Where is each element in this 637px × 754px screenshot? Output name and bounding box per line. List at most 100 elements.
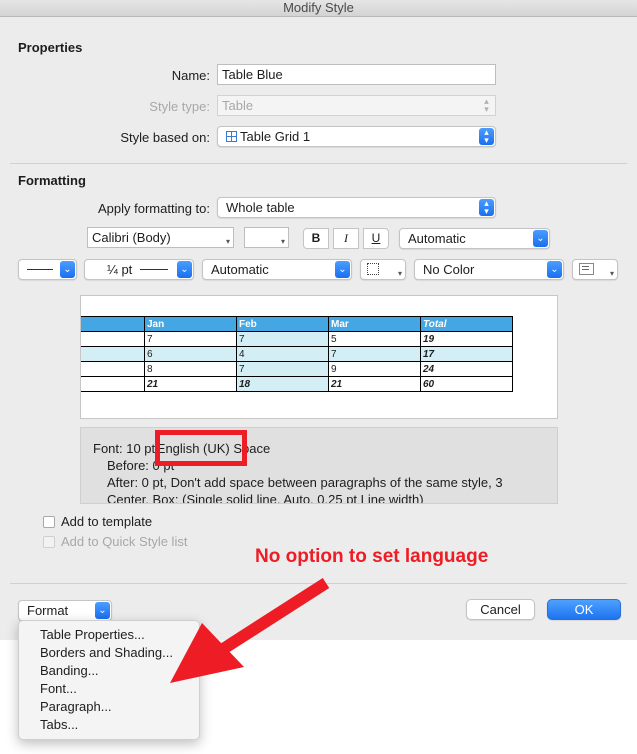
based-on-value: Table Grid 1 — [240, 129, 311, 144]
preview-cell: 8 — [144, 361, 237, 377]
updown-icon: ▴ ▾ — [479, 199, 494, 216]
style-type-label: Style type: — [149, 99, 210, 114]
add-to-template-checkbox[interactable] — [43, 516, 55, 528]
table-grid-icon — [226, 131, 237, 142]
preview-cell: 7 — [236, 361, 329, 377]
preview-row: 7 7 5 19 — [81, 331, 513, 347]
annotation-text: No option to set language — [255, 546, 489, 567]
format-button-label: Format — [27, 603, 69, 618]
preview-cell — [81, 316, 145, 332]
preview-cell: 18 — [236, 376, 329, 392]
preview-cell — [81, 361, 145, 377]
highlight-box — [155, 430, 247, 466]
based-on-label: Style based on: — [120, 130, 210, 145]
style-description: Font: 10 pt English (UK) Space Before: 0… — [80, 427, 558, 504]
apply-formatting-select[interactable]: Whole table ▴ ▾ — [217, 197, 496, 218]
chevron-down-icon: ▾ — [397, 269, 402, 278]
line-width-preview — [139, 269, 168, 270]
preview-table: Jan Feb Mar Total 7 7 5 19 6 4 7 17 8 7 … — [81, 316, 513, 392]
description-line: After: 0 pt, Don't add space between par… — [107, 475, 503, 490]
format-menu-button[interactable]: Format ⌄ — [18, 600, 112, 621]
chevron-down-icon: ⌄ — [95, 602, 110, 619]
style-type-select: Table ▴ ▾ — [217, 95, 496, 116]
add-to-template-label: Add to template — [61, 514, 153, 529]
line-style-preview — [27, 269, 53, 270]
underline-button[interactable]: U — [363, 228, 389, 249]
preview-cell: 7 — [236, 331, 329, 347]
preview-total-row: 21 18 21 60 — [81, 376, 513, 392]
properties-heading: Properties — [18, 40, 83, 55]
font-color-select[interactable]: Automatic ⌄ — [399, 228, 550, 249]
apply-formatting-value: Whole table — [226, 200, 295, 215]
preview-cell: Feb — [236, 316, 329, 332]
preview-cell: 9 — [328, 361, 421, 377]
preview-cell: 6 — [144, 346, 237, 362]
chevron-down-icon: ▾ — [280, 237, 285, 246]
modify-style-dialog: Modify Style Properties Name: Table Blue… — [0, 0, 637, 640]
preview-cell: Mar — [328, 316, 421, 332]
chevron-down-icon: ⌄ — [60, 261, 75, 278]
red-arrow-icon — [170, 577, 330, 683]
alignment-select[interactable]: ▾ — [572, 259, 618, 280]
ok-button[interactable]: OK — [547, 599, 621, 620]
chevron-down-icon: ⌄ — [335, 261, 350, 278]
italic-button[interactable]: I — [333, 228, 359, 249]
chevron-down-icon: ▾ — [225, 237, 230, 246]
cancel-button[interactable]: Cancel — [466, 599, 535, 620]
preview-cell: 60 — [420, 376, 513, 392]
font-name-combo[interactable]: Calibri (Body) ▾ — [87, 227, 234, 248]
preview-cell: 19 — [420, 331, 513, 347]
menu-item-font[interactable]: Font... — [40, 681, 77, 696]
window-title: Modify Style — [0, 0, 637, 17]
preview-cell — [81, 346, 145, 362]
preview-cell — [81, 331, 145, 347]
menu-item-tabs[interactable]: Tabs... — [40, 717, 78, 732]
chevron-down-icon: ⌄ — [177, 261, 192, 278]
preview-cell: 21 — [328, 376, 421, 392]
name-label: Name: — [171, 68, 210, 83]
preview-cell: 7 — [144, 331, 237, 347]
borders-select[interactable]: ▾ — [360, 259, 406, 280]
preview-row: 6 4 7 17 — [81, 346, 513, 362]
divider — [10, 163, 627, 164]
menu-item-table-properties[interactable]: Table Properties... — [40, 627, 145, 642]
preview-cell: 21 — [144, 376, 237, 392]
name-input[interactable]: Table Blue — [217, 64, 496, 85]
menu-item-paragraph[interactable]: Paragraph... — [40, 699, 112, 714]
updown-icon: ▴ ▾ — [479, 128, 494, 145]
preview-header-row: Jan Feb Mar Total — [81, 316, 513, 332]
font-color-value: Automatic — [408, 231, 466, 246]
fill-color-value: No Color — [423, 262, 475, 277]
preview-cell: 17 — [420, 346, 513, 362]
add-to-quick-style-label: Add to Quick Style list — [61, 534, 188, 549]
preview-cell: 24 — [420, 361, 513, 377]
chevron-down-icon: ⌄ — [547, 261, 562, 278]
menu-item-banding[interactable]: Banding... — [40, 663, 99, 678]
align-left-icon — [579, 263, 594, 275]
menu-item-borders-shading[interactable]: Borders and Shading... — [40, 645, 173, 660]
preview-row: 8 7 9 24 — [81, 361, 513, 377]
based-on-select[interactable]: Table Grid 1 ▴ ▾ — [217, 126, 496, 147]
apply-formatting-label: Apply formatting to: — [98, 201, 210, 216]
preview-cell: 4 — [236, 346, 329, 362]
font-size-combo[interactable]: ▾ — [244, 227, 289, 248]
preview-cell: Total — [420, 316, 513, 332]
table-preview: Jan Feb Mar Total 7 7 5 19 6 4 7 17 8 7 … — [80, 295, 558, 419]
font-size-text: Font: 10 pt — [93, 441, 156, 456]
preview-cell: Jan — [144, 316, 237, 332]
line-style-select[interactable]: ⌄ — [18, 259, 77, 280]
chevron-down-icon: ▾ — [609, 269, 614, 278]
preview-cell: 7 — [328, 346, 421, 362]
preview-cell: 5 — [328, 331, 421, 347]
preview-cell — [81, 376, 145, 392]
line-width-select[interactable]: ¼ pt ⌄ — [84, 259, 194, 280]
border-color-value: Automatic — [211, 262, 269, 277]
chevron-down-icon: ⌄ — [533, 230, 548, 247]
description-line: Center, Box: (Single solid line, Auto, 0… — [107, 492, 424, 504]
fill-color-select[interactable]: No Color ⌄ — [414, 259, 564, 280]
bold-button[interactable]: B — [303, 228, 329, 249]
border-color-select[interactable]: Automatic ⌄ — [202, 259, 352, 280]
line-width-value: ¼ pt — [107, 262, 133, 277]
updown-icon: ▴ ▾ — [484, 96, 489, 114]
formatting-heading: Formatting — [18, 173, 86, 188]
